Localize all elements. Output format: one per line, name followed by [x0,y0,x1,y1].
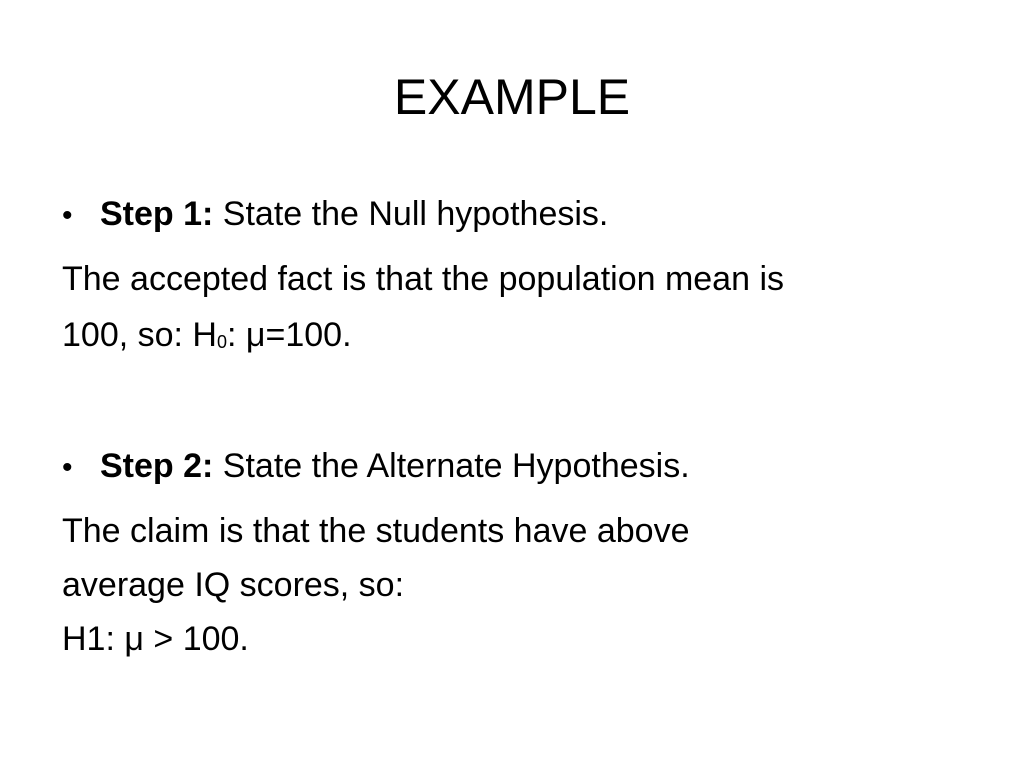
step-2-body-line-1: The claim is that the students have abov… [62,512,690,550]
step-2-text: State the Alternate Hypothesis. [213,447,690,485]
step-2-label: Step 2: [100,447,214,485]
null-hypothesis-subscript: 0 [216,332,227,352]
alternate-hypothesis: H1: μ > 100. [62,620,249,658]
null-hypothesis-value: : μ=100. [227,316,352,354]
step-1-heading: • Step 1: State the Null hypothesis. [62,187,982,243]
step-1-body-line-2: 100, so: H0: μ=100. [62,308,982,367]
slide-title: EXAMPLE [393,69,631,125]
null-hypothesis-prefix: 100, so: H [62,316,217,354]
bullet-point: • [62,199,73,232]
step-1-body-line-1: The accepted fact is that the population… [62,260,785,298]
step-1-label: Step 1: [100,195,214,233]
step-2-heading: • Step 2: State the Alternate Hypothesis. [62,439,982,495]
step-1-text: State the Null hypothesis. [213,195,609,233]
step-2-body-line-2: average IQ scores, so: [62,566,405,604]
bullet-point: • [62,451,73,484]
